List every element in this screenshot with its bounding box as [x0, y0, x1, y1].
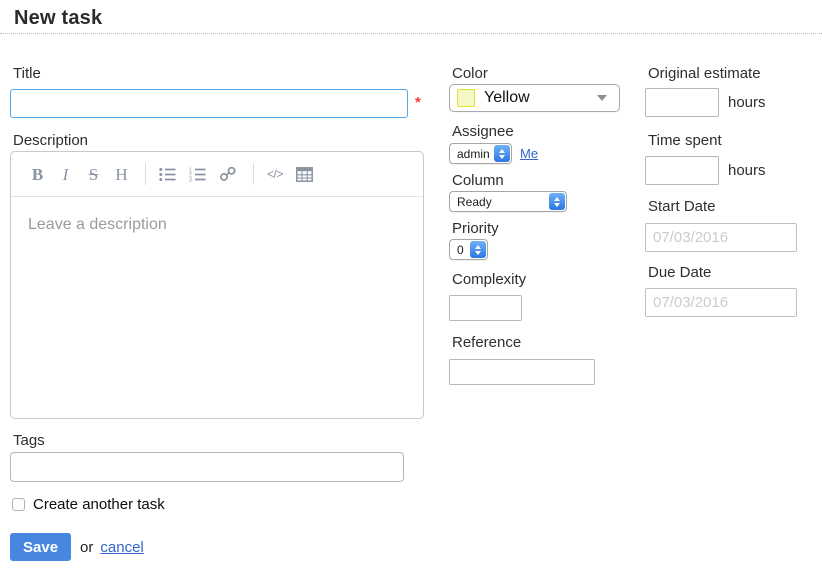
- table-icon: [296, 167, 313, 182]
- due-date-label: Due Date: [648, 263, 822, 282]
- table-button[interactable]: [296, 167, 313, 182]
- strikethrough-button[interactable]: S: [86, 166, 101, 183]
- assignee-row: admin Me: [449, 143, 629, 164]
- color-label: Color: [452, 64, 629, 83]
- heading-icon: H: [115, 166, 127, 183]
- strikethrough-icon: S: [89, 166, 98, 183]
- original-estimate-label: Original estimate: [648, 64, 822, 83]
- heading-button[interactable]: H: [114, 166, 129, 183]
- chevron-up-icon: [499, 149, 505, 153]
- bullet-list-button[interactable]: [159, 167, 176, 182]
- right-column: Original estimate hours Time spent hours…: [645, 57, 822, 317]
- bullet-list-icon: [159, 167, 176, 182]
- complexity-label: Complexity: [452, 270, 629, 289]
- select-stepper-icon: [494, 145, 510, 162]
- priority-label: Priority: [452, 219, 629, 238]
- description-input[interactable]: Leave a description: [11, 197, 423, 418]
- form-actions: Save or cancel: [10, 533, 430, 561]
- create-another-label: Create another task: [33, 496, 165, 513]
- color-selected-value: Yellow: [484, 89, 597, 107]
- chevron-up-icon: [554, 197, 560, 201]
- hours-suffix: hours: [728, 162, 766, 179]
- reference-label: Reference: [452, 333, 629, 352]
- bold-icon: B: [32, 166, 43, 183]
- start-date-label: Start Date: [648, 197, 822, 216]
- required-asterisk: *: [415, 94, 421, 111]
- column-selected-value: Ready: [450, 195, 547, 209]
- color-select[interactable]: Yellow: [449, 84, 620, 112]
- time-spent-label: Time spent: [648, 131, 822, 150]
- complexity-input[interactable]: [449, 295, 522, 321]
- header-divider: [0, 33, 822, 34]
- tags-label: Tags: [13, 431, 430, 450]
- chevron-up-icon: [475, 245, 481, 249]
- middle-column: Color Yellow Assignee admin Me Column Re…: [449, 57, 629, 385]
- tags-input[interactable]: [10, 452, 404, 482]
- select-stepper-icon: [549, 193, 565, 210]
- time-spent-row: hours: [645, 156, 822, 185]
- link-button[interactable]: [219, 166, 237, 182]
- chevron-down-icon: [475, 251, 481, 255]
- ordered-list-button[interactable]: 1 2 3: [189, 167, 206, 182]
- italic-icon: I: [63, 166, 69, 183]
- bold-button[interactable]: B: [30, 166, 45, 183]
- description-placeholder: Leave a description: [28, 216, 167, 233]
- or-text: or: [80, 539, 93, 556]
- assign-to-me-link[interactable]: Me: [520, 146, 538, 161]
- priority-select[interactable]: 0: [449, 239, 488, 260]
- italic-button[interactable]: I: [58, 166, 73, 183]
- color-swatch-yellow: [457, 89, 475, 107]
- toolbar-separator: [145, 163, 146, 185]
- ordered-list-icon: 1 2 3: [189, 167, 206, 182]
- original-estimate-row: hours: [645, 88, 822, 117]
- assignee-selected-value: admin: [450, 147, 492, 161]
- cancel-link[interactable]: cancel: [100, 539, 143, 556]
- hours-suffix: hours: [728, 94, 766, 111]
- create-another-row: Create another task: [10, 495, 430, 513]
- chevron-down-icon: [554, 203, 560, 207]
- select-stepper-icon: [470, 241, 486, 258]
- assignee-select[interactable]: admin: [449, 143, 512, 164]
- start-date-input[interactable]: [645, 223, 797, 252]
- page-title: New task: [14, 7, 102, 30]
- editor-toolbar: B I S H: [11, 152, 423, 197]
- left-column: Title * Description B I S H: [10, 57, 430, 561]
- column-select[interactable]: Ready: [449, 191, 567, 212]
- column-label: Column: [452, 171, 629, 190]
- assignee-label: Assignee: [452, 122, 629, 141]
- toolbar-separator: [253, 163, 254, 185]
- description-editor: B I S H: [10, 151, 424, 419]
- title-label: Title: [13, 64, 430, 83]
- chevron-down-icon: [499, 155, 505, 159]
- due-date-input[interactable]: [645, 288, 797, 317]
- title-input[interactable]: [10, 89, 408, 118]
- original-estimate-input[interactable]: [645, 88, 719, 117]
- dropdown-arrow-icon: [597, 95, 607, 101]
- svg-text:3: 3: [189, 177, 192, 181]
- time-spent-input[interactable]: [645, 156, 719, 185]
- title-row: *: [10, 89, 430, 118]
- save-button[interactable]: Save: [10, 533, 71, 561]
- link-icon: [219, 166, 237, 182]
- code-button[interactable]: </>: [267, 167, 283, 181]
- reference-input[interactable]: [449, 359, 595, 385]
- priority-selected-value: 0: [450, 243, 468, 257]
- new-task-page: New task Title * Description B I S H: [0, 0, 822, 569]
- create-another-checkbox[interactable]: [12, 498, 25, 511]
- description-label: Description: [13, 131, 430, 150]
- code-icon: </>: [267, 167, 283, 181]
